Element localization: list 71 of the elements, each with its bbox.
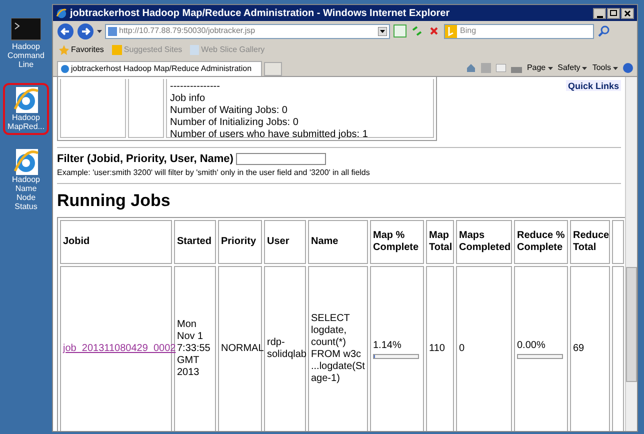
column-header: User: [264, 220, 306, 264]
percent-text: 0.00%: [517, 340, 546, 350]
minimize-icon: [596, 16, 602, 18]
column-header: Priority: [218, 220, 262, 264]
dropdown-icon[interactable]: [378, 26, 387, 36]
table-cell: 0: [456, 266, 512, 431]
shortcut-label: Hadoop Command Line: [6, 42, 46, 69]
menu-button[interactable]: Safety: [558, 62, 588, 74]
table-cell: rdp-solidqlab: [264, 266, 306, 431]
browser-icon: [61, 65, 69, 73]
quick-links-link[interactable]: Quick Links: [566, 80, 621, 91]
maximize-icon: [610, 10, 617, 16]
dropdown-icon[interactable]: [97, 30, 102, 32]
caret-icon: [548, 66, 553, 70]
console-icon: [11, 18, 41, 42]
job-link[interactable]: job_201311080429_0002: [63, 343, 176, 354]
search-input[interactable]: Bing: [460, 25, 580, 37]
info-line: Number of Waiting Jobs: 0: [170, 105, 288, 117]
window-title: jobtrackerhost Hadoop Map/Reduce Administration - Windows Internet Explorer: [70, 6, 451, 20]
browser-tab[interactable]: jobtrackerhost Hadoop Map/Reduce Administration: [57, 61, 262, 76]
caret-icon: [582, 66, 588, 70]
browser-icon: [13, 87, 39, 113]
scrollbar-thumb[interactable]: [626, 267, 637, 382]
maximize-button[interactable]: [607, 8, 620, 18]
filter-label: Filter (Jobid, Priority, User, Name): [57, 153, 234, 165]
menu-button[interactable]: Tools: [592, 62, 618, 74]
caret-icon: [613, 66, 618, 70]
table-cell: Mon Nov 1 7:33:55 GMT 2013: [174, 266, 216, 431]
table-cell: NORMAL: [218, 266, 262, 431]
column-header: Name: [308, 220, 368, 264]
close-icon: [624, 10, 631, 16]
column-header: Map Total: [426, 220, 454, 264]
close-button[interactable]: [621, 8, 634, 18]
table-cell: [128, 79, 164, 138]
column-header: Map % Complete: [370, 220, 424, 264]
column-header: Maps Completed: [456, 220, 512, 264]
column-header: Reduce Total: [570, 220, 610, 264]
scrollbar[interactable]: [625, 77, 637, 431]
column-header: Reduce % Complete: [514, 220, 568, 264]
minimize-button[interactable]: [593, 8, 606, 18]
info-line: Job info: [170, 93, 206, 105]
info-line: ---------------: [170, 81, 221, 93]
back-button[interactable]: [57, 22, 74, 40]
table-cell: 110: [426, 266, 454, 431]
filter-example: Example: 'user:smith 3200' will filter by 'smith' only in the user field and '3200' in all fields: [57, 167, 371, 179]
desktop-shortcut[interactable]: Hadoop MapRed...: [3, 83, 49, 135]
address-field[interactable]: http://10.77.88.79:50030/jobtracker.jsp: [105, 24, 390, 38]
table-cell: [60, 79, 126, 138]
column-header: Started: [174, 220, 216, 264]
section-heading: Running Jobs: [57, 191, 172, 211]
new-tab-button[interactable]: [264, 62, 282, 76]
forward-button[interactable]: [77, 22, 94, 40]
search-icon[interactable]: [597, 24, 611, 38]
shortcut-label: Hadoop Name Node Status: [10, 175, 42, 211]
menu-button[interactable]: Page: [526, 62, 553, 74]
percent-text: 1.14%: [373, 340, 402, 350]
browser-icon: [13, 149, 39, 175]
info-line: Number of users who have submitted jobs: 1: [170, 129, 369, 141]
desktop-shortcut[interactable]: Hadoop Name Node Status: [3, 145, 49, 215]
table-cell: SELECT logdate, count(*) FROM w3c ...logdate(Stage-1): [308, 266, 368, 431]
column-header: Jobid: [60, 220, 172, 264]
search-field[interactable]: Bing: [444, 24, 594, 38]
desktop-shortcut[interactable]: Hadoop Command Line: [3, 14, 49, 73]
table-cell: 69: [570, 266, 610, 431]
info-line: Number of Initializing Jobs: 0: [170, 117, 300, 129]
browser-icon: [56, 8, 67, 18]
star-icon: [59, 44, 69, 54]
filter-input[interactable]: [236, 153, 326, 165]
favorites-button[interactable]: Favorites: [59, 44, 104, 56]
home-icon[interactable]: [466, 63, 476, 73]
shortcut-label: Hadoop MapRed...: [6, 113, 46, 131]
